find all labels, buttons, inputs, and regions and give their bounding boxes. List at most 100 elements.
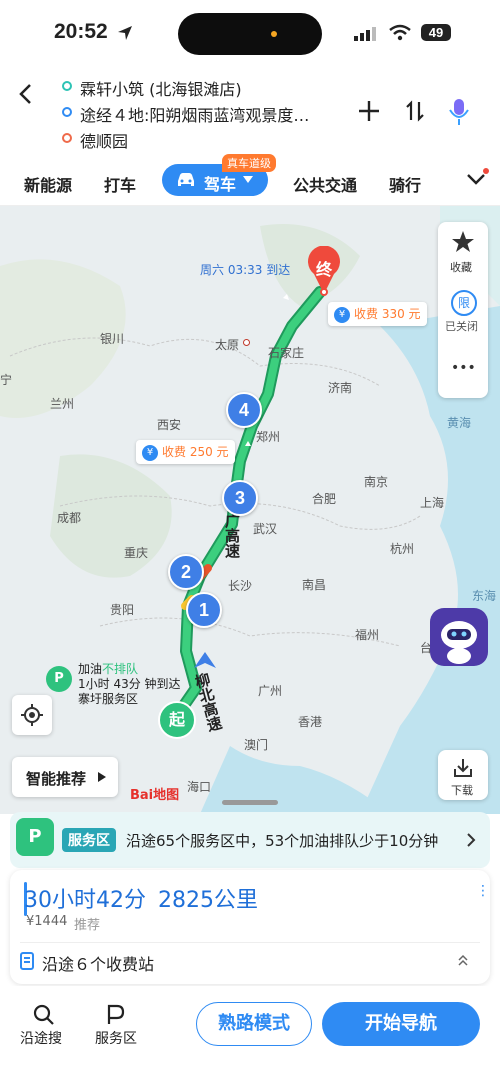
place-label: 海口 [187,780,212,794]
arrival-time-label: 周六 03:33 到达 [200,263,291,277]
origin-field[interactable]: 霖轩小筑 (北海银滩店) [80,76,242,100]
card-divider [20,942,480,943]
place-label: 贵阳 [110,603,135,617]
chevron-down-icon[interactable] [466,172,486,186]
waypoint-marker-2[interactable]: 2 [168,554,204,590]
locate-icon [21,704,43,726]
place-label: 郑州 [256,430,281,444]
fuel-eta: 1小时 43分 钟到达 [78,677,181,691]
route-duration: 30小时42分 [24,888,146,913]
restriction-status: 已关闭 [445,320,478,333]
location-arrow-icon [118,26,132,40]
caret-right-icon [98,772,106,782]
tab-public-transit[interactable]: 公共交通 [293,172,357,196]
tab-cycling[interactable]: 骑行 [389,172,421,196]
place-label: 东海 [472,589,497,603]
fuel-station-icon[interactable]: P [46,666,72,692]
place-label: 上海 [420,496,445,510]
waypoint-dot-icon [62,107,72,117]
tab-drive-label: 驾车 [204,175,237,194]
tab-new-energy[interactable]: 新能源 [24,172,72,196]
waypoint-marker-1[interactable]: 1 [186,592,222,628]
place-label: 兰州 [50,397,75,411]
fuel-title: 加油 [78,662,103,676]
waypoint-marker-4[interactable]: 4 [226,392,262,428]
place-label: 福州 [355,628,380,642]
origin-dot-icon [62,81,72,91]
island-indicator [271,31,277,37]
service-area-label[interactable]: 服务区 [95,1028,137,1048]
map-view[interactable]: 周六 03:33 到达 银川 太原 石家庄 济南 兰州 西安 郑州 黄海 宁 南… [0,206,500,814]
favorite-label[interactable]: 收藏 [450,259,472,275]
star-icon[interactable] [451,230,475,254]
place-label: 银川 [100,332,125,346]
service-area-bottom-icon[interactable] [106,1004,126,1026]
back-icon[interactable] [16,82,36,106]
add-stop-icon[interactable] [358,100,380,122]
route-tag: 推荐 [74,918,101,933]
voice-mic-icon[interactable] [448,98,470,126]
current-position-icon [194,652,216,668]
road-name-label: 广高速 [223,513,241,558]
car-icon [178,173,194,186]
place-label: 南昌 [302,578,327,592]
toll-icon: ¥ [142,444,158,461]
smart-recommend-label: 智能推荐 [26,770,87,788]
drag-handle[interactable] [222,800,278,805]
place-label: 黄海 [447,416,472,430]
service-area-icon: P [16,818,54,856]
swap-icon[interactable] [404,100,426,122]
route-cost: ¥1444 [26,914,68,929]
service-area-badge: 服务区 [62,828,116,852]
wifi-icon [389,24,411,41]
fuel-service-area: 寨圩服务区 [78,692,139,706]
place-label: 杭州 [390,542,415,556]
destination-dot-icon [62,133,72,143]
place-label: 南京 [364,475,389,489]
signal-icon [354,27,376,41]
fuel-tip[interactable]: 加油不排队 1小时 43分 钟到达 寨圩服务区 [78,662,181,707]
city-dot [243,339,250,346]
place-label: 合肥 [312,492,337,506]
chevron-right-icon [467,833,476,847]
start-navigation-button[interactable]: 开始导航 [322,1002,480,1046]
ai-assistant-button[interactable] [430,608,488,666]
service-area-text: 沿途65个服务区中，53个加油排队少于10分钟 [126,832,439,850]
waypoints-field[interactable]: 途经４地:阳朔烟雨蓝湾观景度… [80,102,309,126]
double-chevron-up-icon[interactable] [457,954,469,966]
place-label: 重庆 [124,546,149,560]
download-icon [454,759,472,777]
place-label: 广州 [258,684,283,698]
toll-stations-text: 沿途６个收费站 [42,955,155,974]
route-more-icon[interactable]: ⋮ [476,884,490,898]
place-label: 长沙 [228,579,253,593]
toll-amount: 收费 330 元 [354,307,421,321]
route-distance: 2825公里 [158,888,258,913]
more-options[interactable]: ••• [451,360,476,376]
place-label: 济南 [328,381,353,395]
toll-amount: 收费 250 元 [162,445,229,459]
familiar-route-button[interactable]: 熟路模式 [196,1002,312,1046]
robot-icon [441,621,477,664]
search-along-label[interactable]: 沿途搜 [20,1028,62,1048]
toll-icon: ¥ [334,306,350,323]
place-label: 西安 [157,418,182,432]
dynamic-island [178,13,322,55]
destination-field[interactable]: 德顺园 [80,128,128,152]
battery-indicator: 49 [421,24,451,41]
restriction-icon[interactable]: 限 [451,290,477,316]
toll-tag-mid[interactable]: ¥ 收费 250 元 [136,440,235,464]
baidu-map-logo: Bai地图 [130,788,180,803]
place-label: 武汉 [253,522,278,536]
caret-down-icon [243,176,253,183]
lane-level-badge: 真车道级 [222,154,276,172]
place-label: 澳门 [244,738,269,752]
place-label: 成都 [57,511,82,525]
tab-taxi[interactable]: 打车 [104,172,136,196]
waypoint-marker-3[interactable]: 3 [222,480,258,516]
place-label: 太原 [215,338,240,352]
search-icon[interactable] [33,1004,55,1026]
toll-tag-top[interactable]: ¥ 收费 330 元 [328,302,427,326]
place-label: 宁 [0,373,13,387]
download-label: 下载 [451,784,473,797]
